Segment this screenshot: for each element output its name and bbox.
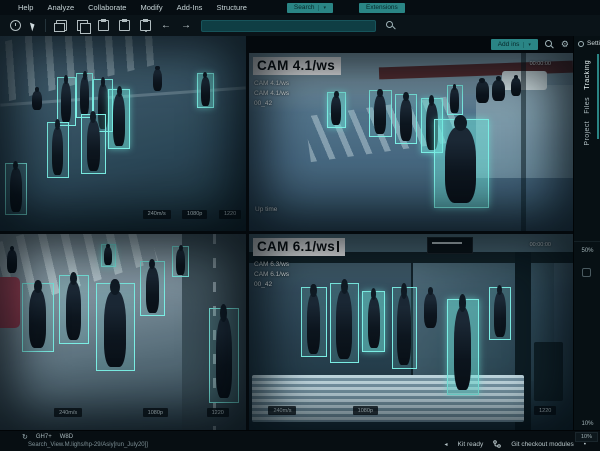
refresh-icon[interactable]: ↻ — [22, 433, 28, 441]
camera-feed-bottom-right[interactable]: 240m/s 1080p 1220 CAM 6.1/ws CAM 6.3/ws CAM… — [249, 234, 573, 430]
copy-icon[interactable] — [77, 20, 91, 34]
paste-special-icon[interactable] — [140, 19, 151, 32]
sidebar-tab-project[interactable]: Project — [584, 121, 591, 146]
sidebar-tab-files[interactable]: Files — [584, 97, 591, 114]
add-ins-label: Add ins — [497, 41, 520, 48]
vignette — [0, 36, 246, 231]
windows-icon[interactable] — [54, 20, 67, 32]
search-icon[interactable] — [386, 21, 395, 30]
toolbar-search-input[interactable] — [201, 19, 376, 32]
status-zoom-box[interactable]: 10% — [574, 432, 598, 442]
menu-item-modify[interactable]: Modify — [140, 3, 162, 12]
camera-feed-bottom-left[interactable]: 240m/s 1080p 1220 — [0, 234, 246, 430]
menu-item-collaborate[interactable]: Collaborate — [88, 3, 126, 12]
extensions-button[interactable]: Extensions — [359, 2, 405, 13]
panel-icon[interactable] — [582, 268, 591, 277]
vignette — [249, 234, 573, 430]
search-menu-button[interactable]: Search ▾ — [286, 2, 333, 13]
kit-ready-icon: ◂ — [444, 441, 448, 448]
sidebar-scrollbar[interactable] — [597, 54, 599, 139]
menu-item-addins[interactable]: Add-Ins — [177, 3, 203, 12]
git-branch-icon — [493, 440, 502, 448]
sidebar-header[interactable]: Settings — [574, 36, 600, 53]
camera-feed-top-left[interactable]: 240m/s 1080p 1220 — [0, 36, 246, 231]
menu-bar: Help Analyze Collaborate Modify Add-Ins Struc… — [0, 0, 600, 15]
zoom-level-top[interactable]: 50% — [574, 248, 600, 254]
toolbar: ← → — [0, 15, 600, 36]
right-sidebar: Settings Tracking Files Project 50% 10% — [573, 36, 600, 430]
pin-icon — [578, 40, 584, 47]
vignette — [0, 234, 246, 430]
app-window: Help Analyze Collaborate Modify Add-Ins Struc… — [0, 0, 600, 451]
paste-alt-icon[interactable] — [119, 19, 130, 31]
status-path: Search_View.M.lighs/hp-29/Asiy[run_July2… — [28, 442, 148, 448]
menu-item-analyze[interactable]: Analyze — [47, 3, 74, 12]
sidebar-divider — [574, 241, 600, 242]
sidebar-header-label: Settings — [587, 40, 600, 47]
camera-grid-header: Add ins ▾ ⚙ — [249, 36, 573, 53]
extensions-label: Extensions — [366, 4, 398, 11]
kit-ready-label[interactable]: Kit ready — [458, 441, 484, 448]
menu-item-structure[interactable]: Structure — [216, 3, 246, 12]
paste-icon[interactable] — [98, 19, 109, 31]
chevron-down-icon: ▾ — [523, 41, 531, 48]
select-cursor-icon[interactable] — [29, 21, 37, 32]
zoom-level-bottom[interactable]: 10% — [574, 421, 600, 427]
add-ins-button[interactable]: Add ins ▾ — [490, 39, 538, 50]
forward-arrow-icon[interactable]: → — [181, 20, 191, 31]
sidebar-tab-tracking[interactable]: Tracking — [584, 60, 591, 90]
camera-feed-top-right[interactable]: CAM 4.1/ws CAM 4.1/ws CAM 4.1/ws 00_42 00:… — [249, 53, 573, 231]
status-bar: ↻ GH7+ W8D Search_View.M.lighs/hp-29/Asiy… — [0, 430, 600, 451]
toolbar-divider — [45, 19, 46, 32]
chevron-down-icon: ▾ — [318, 4, 326, 11]
status-badge: GH7+ — [35, 434, 52, 440]
back-arrow-icon[interactable]: ← — [161, 20, 171, 31]
search-menu-label: Search — [293, 4, 315, 11]
vignette — [249, 53, 573, 231]
search-icon[interactable] — [544, 40, 554, 49]
status-badge: W8D — [59, 434, 74, 440]
status-left-group: ↻ GH7+ W8D — [22, 433, 73, 441]
gear-icon[interactable]: ⚙ — [561, 40, 569, 49]
history-icon[interactable] — [10, 20, 21, 31]
menu-items: Help Analyze Collaborate Modify Add-Ins Struc… — [18, 3, 247, 12]
status-badges: GH7+ W8D — [36, 434, 73, 440]
status-right-group: ◂ Kit ready Git checkout modules • — [445, 440, 586, 448]
git-checkout-label[interactable]: Git checkout modules — [511, 441, 574, 448]
menu-item-help[interactable]: Help — [18, 3, 33, 12]
